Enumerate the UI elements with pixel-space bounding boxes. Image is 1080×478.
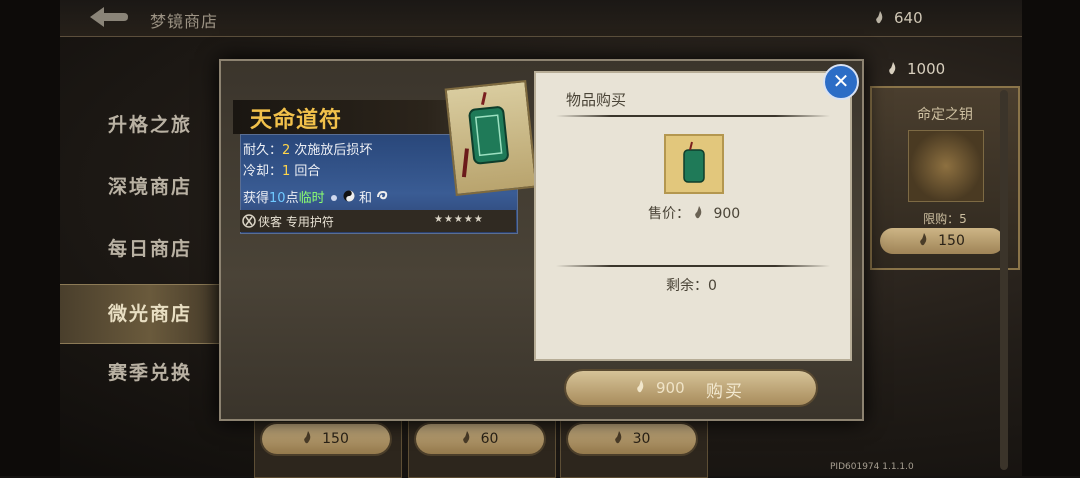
bottom-price-value: 150 [322,431,349,447]
gain-unit: 点 [285,191,299,206]
remaining-label: 剩余： [666,278,708,294]
spirit-coin-icon [637,380,644,393]
purchase-panel-title: 物品购买 [566,91,627,109]
spirit-coin-icon [462,431,469,444]
sidebar-item-deep-store[interactable]: 深境商店 [60,158,240,216]
spirit-coin-icon [695,206,702,219]
store-scrollbar[interactable] [1000,90,1008,470]
spirit-coin-icon [876,11,883,24]
store-item-price-button[interactable]: 150 [880,228,1004,254]
gain-type: 临时 [298,191,325,206]
bottom-price-button[interactable]: 150 [262,424,390,454]
bottom-price-button[interactable]: 30 [568,424,696,454]
bottom-price-value: 30 [632,431,651,447]
bottom-price-button[interactable]: 60 [416,424,544,454]
cooldown-label: 冷却： [243,164,283,179]
yin-yang-icon [343,190,355,202]
gain-line: 获得10点临时 和 [243,187,388,206]
talisman-image [444,80,538,196]
talisman-icon [461,92,509,178]
bottom-price-value: 60 [480,431,499,447]
talisman-thumbnail-icon [683,141,705,183]
store-item-name: 命定之钥 [917,107,973,123]
spirit-coin-icon [920,233,927,246]
divider [556,265,830,267]
water-drop-icon [330,195,337,201]
key-item-image [908,130,984,202]
right-border [1022,0,1080,476]
swordsman-icon [242,214,256,228]
gain-and: 和 [359,191,373,206]
build-id: PID601974 1.1.1.0 [830,462,914,472]
currency-balance-value: 640 [894,9,923,27]
currency-balance-top: 640 [875,9,923,27]
purchase-panel: 物品购买 售价： 900 剩余：0 [534,71,852,361]
sale-price-label: 售价： [648,206,690,222]
remaining-stock: 剩余：0 [666,275,717,295]
store-title: 梦镜商店 [150,12,219,31]
sale-price-value: 900 [713,206,741,222]
back-arrow-icon[interactable] [86,4,130,30]
spirit-coin-icon [614,431,621,444]
divider [556,115,830,117]
cooldown-line: 冷却：1 回合 [243,160,320,179]
item-name: 天命道符 [250,107,343,133]
item-thumbnail [664,134,724,194]
gain-value: 10 [269,191,286,206]
currency-balance-secondary: 1000 [888,60,945,78]
sidebar-item-glimmer-store[interactable]: 微光商店 [60,284,240,344]
cooldown-suffix: 回合 [290,164,321,179]
sale-price: 售价： 900 [648,203,740,223]
store-item-card[interactable]: 命定之钥 限购：5 150 [870,86,1020,270]
buy-label: 购买 [706,382,744,402]
sidebar-item-daily-store[interactable]: 每日商店 [60,220,240,278]
currency-balance-secondary-value: 1000 [907,60,946,78]
durability-line: 耐久：2 次施放后损坏 [243,139,372,158]
swirl-icon [377,190,388,200]
sidebar-item-season-exchange[interactable]: 赛季兑换 [60,344,240,402]
rating-stars: ★★★★★ [434,214,484,225]
buy-amount: 900 [656,379,685,397]
close-button[interactable]: ✕ [823,64,859,100]
gain-prefix: 获得 [243,191,270,206]
store-item-price: 150 [938,233,965,249]
sidebar-item-ascension[interactable]: 升格之旅 [60,96,240,154]
buy-button[interactable]: 900 购买 [566,371,816,405]
left-border [0,0,60,476]
durability-label: 耐久： [243,143,283,158]
durability-suffix: 次施放后损坏 [290,143,373,158]
exclusive-label: 侠客 专用护符 [258,215,334,229]
remaining-value: 0 [708,278,717,294]
spirit-coin-icon [304,431,311,444]
store-item-limit: 限购：5 [923,212,967,226]
spirit-coin-icon [889,62,896,75]
